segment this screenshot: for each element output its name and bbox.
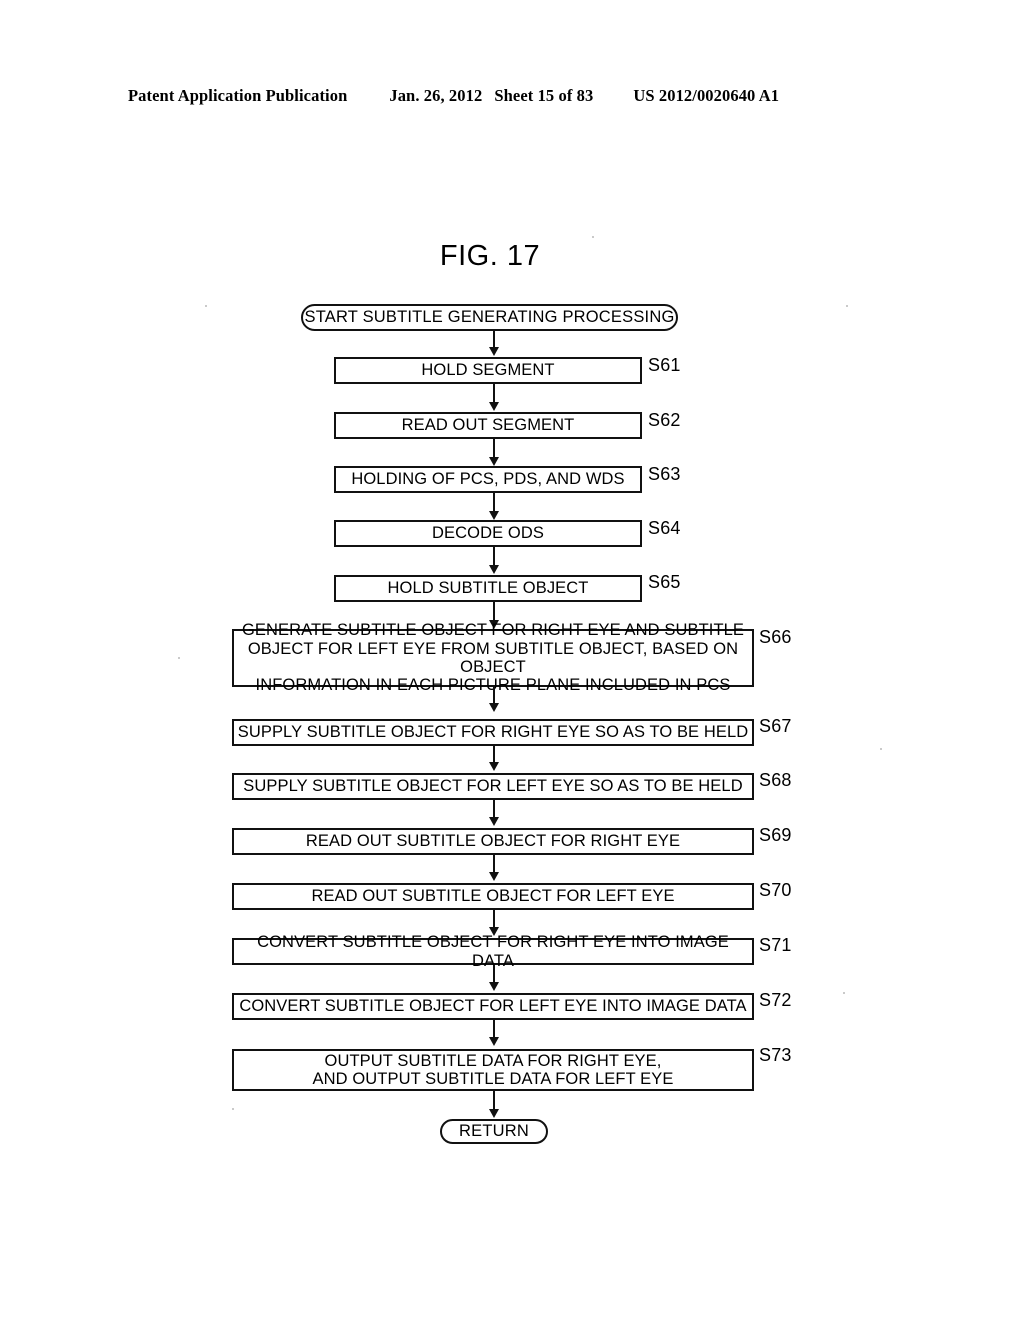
flowchart-step-s70: READ OUT SUBTITLE OBJECT FOR LEFT EYE	[232, 883, 754, 910]
flowchart-step-s65: HOLD SUBTITLE OBJECT	[334, 575, 642, 602]
flowchart-step-s61: HOLD SEGMENT	[334, 357, 642, 384]
connector-s61-s62	[493, 384, 495, 404]
flowchart-step-s68-label: SUPPLY SUBTITLE OBJECT FOR LEFT EYE SO A…	[243, 777, 743, 796]
flowchart-step-s69: READ OUT SUBTITLE OBJECT FOR RIGHT EYE	[232, 828, 754, 855]
flowchart-step-s67: SUPPLY SUBTITLE OBJECT FOR RIGHT EYE SO …	[232, 719, 754, 746]
step-number-s62: S62	[648, 410, 681, 430]
flowchart-step-s72: CONVERT SUBTITLE OBJECT FOR LEFT EYE INT…	[232, 993, 754, 1020]
flowchart-step-s69-label: READ OUT SUBTITLE OBJECT FOR RIGHT EYE	[305, 832, 681, 851]
flowchart-step-s63: HOLDING OF PCS, PDS, AND WDS	[334, 466, 642, 493]
scan-speck	[205, 305, 207, 307]
flowchart-step-s65-label: HOLD SUBTITLE OBJECT	[387, 579, 589, 598]
flowchart-step-s64-label: DECODE ODS	[432, 524, 544, 543]
arrowhead-s72-s73	[489, 1037, 499, 1046]
connector-s65-s66	[493, 602, 495, 622]
step-number-s68: S68	[759, 770, 792, 790]
flowchart-return-terminal-label: RETURN	[459, 1122, 529, 1140]
step-number-s64: S64	[648, 518, 681, 538]
connector-s66-s67	[493, 687, 495, 703]
step-number-s63: S63	[648, 464, 681, 484]
flowchart-step-s72-label: CONVERT SUBTITLE OBJECT FOR LEFT EYE INT…	[239, 997, 747, 1016]
step-number-s61: S61	[648, 355, 681, 375]
scan-speck	[846, 305, 848, 307]
arrowhead-s64-s65	[489, 565, 499, 574]
step-number-s71: S71	[759, 935, 792, 955]
flowchart-diagram: START SUBTITLE GENERATING PROCESSING HOL…	[0, 0, 1024, 1320]
step-number-s73: S73	[759, 1045, 792, 1065]
flowchart-step-s62-label: READ OUT SEGMENT	[401, 416, 575, 435]
arrowhead-s73-return	[489, 1109, 499, 1118]
connector-s72-s73	[493, 1020, 495, 1038]
arrowhead-s69-s70	[489, 872, 499, 881]
step-number-s70: S70	[759, 880, 792, 900]
flowchart-step-s66: GENERATE SUBTITLE OBJECT FOR RIGHT EYE A…	[232, 621, 754, 694]
scan-speck	[592, 236, 594, 238]
flowchart-start-terminal: START SUBTITLE GENERATING PROCESSING	[301, 304, 678, 331]
flowchart-step-s71: CONVERT SUBTITLE OBJECT FOR RIGHT EYE IN…	[232, 933, 754, 970]
flowchart-step-s63-label: HOLDING OF PCS, PDS, AND WDS	[351, 470, 625, 489]
flowchart-step-s70-label: READ OUT SUBTITLE OBJECT FOR LEFT EYE	[311, 887, 675, 906]
arrowhead-s66-s67	[489, 703, 499, 712]
flowchart-step-s73: OUTPUT SUBTITLE DATA FOR RIGHT EYE, AND …	[232, 1049, 754, 1091]
arrowhead-s63-s64	[489, 511, 499, 520]
step-number-s65: S65	[648, 572, 681, 592]
step-number-s72: S72	[759, 990, 792, 1010]
scan-speck	[178, 657, 180, 659]
connector-s63-s64	[493, 493, 495, 513]
scan-speck	[232, 1108, 234, 1110]
flowchart-step-s64: DECODE ODS	[334, 520, 642, 547]
connector-s62-s63	[493, 439, 495, 459]
scan-speck	[880, 748, 882, 750]
flowchart-step-s67-label: SUPPLY SUBTITLE OBJECT FOR RIGHT EYE SO …	[237, 723, 749, 742]
flowchart-step-s62: READ OUT SEGMENT	[334, 412, 642, 439]
flowchart-step-s73-label: OUTPUT SUBTITLE DATA FOR RIGHT EYE, AND …	[312, 1051, 674, 1088]
flowchart-start-terminal-label: START SUBTITLE GENERATING PROCESSING	[304, 308, 675, 326]
flowchart-step-s66-label: GENERATE SUBTITLE OBJECT FOR RIGHT EYE A…	[241, 621, 745, 695]
connector-s73-return	[493, 1091, 495, 1111]
connector-s64-s65	[493, 547, 495, 567]
arrowhead-s61-s62	[489, 402, 499, 411]
flowchart-return-terminal: RETURN	[440, 1119, 548, 1144]
arrowhead-start-s61	[489, 347, 499, 356]
flowchart-step-s68: SUPPLY SUBTITLE OBJECT FOR LEFT EYE SO A…	[232, 773, 754, 800]
arrowhead-s62-s63	[489, 457, 499, 466]
step-number-s66: S66	[759, 627, 792, 647]
flowchart-step-s61-label: HOLD SEGMENT	[421, 361, 555, 380]
scan-speck	[843, 992, 845, 994]
arrowhead-s68-s69	[489, 817, 499, 826]
step-number-s69: S69	[759, 825, 792, 845]
arrowhead-s71-s72	[489, 982, 499, 991]
step-number-s67: S67	[759, 716, 792, 736]
arrowhead-s67-s68	[489, 762, 499, 771]
